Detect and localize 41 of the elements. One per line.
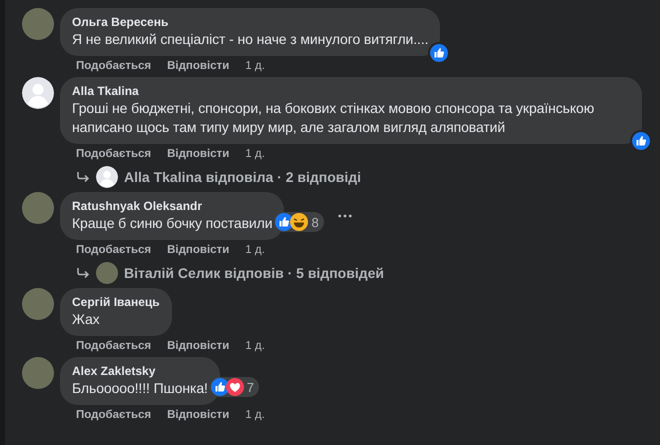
comment-text: Я не великий спеціаліст - но наче з минулого витягли.... xyxy=(72,30,428,49)
author-name[interactable]: Ratushnyak Oleksandr xyxy=(72,198,272,214)
comment-action-link[interactable]: Відповісти xyxy=(167,147,230,162)
thumbs-up-icon[interactable] xyxy=(428,42,450,64)
reaction-count-badge[interactable]: 8 xyxy=(274,212,324,232)
comment-time[interactable]: 1 д. xyxy=(245,339,265,354)
comment-action-link[interactable]: Відповісти xyxy=(167,59,230,74)
comment-text: Гроші не бюджетні, спонсори, на бокових стінках мовою спонсора та українською написано щось там типу миру мир, але загалом вигляд аляповатий xyxy=(72,99,596,137)
comment-time[interactable]: 1 д. xyxy=(245,147,265,162)
thumbs-up-icon[interactable] xyxy=(630,130,652,152)
comment-action-link[interactable]: Подобається xyxy=(76,147,152,162)
comment-time[interactable]: 1 д. xyxy=(245,243,265,258)
avatar-photo-placeholder[interactable] xyxy=(22,192,54,224)
comment-action-link[interactable]: Подобається xyxy=(76,243,152,258)
author-name[interactable]: Сергій Іванець xyxy=(72,294,160,310)
comment-action-link[interactable]: Відповісти xyxy=(167,339,230,354)
avatar-silhouette-icon[interactable] xyxy=(22,77,54,109)
comment-action-link[interactable]: Подобається xyxy=(76,339,152,354)
author-name[interactable]: Ольга Вересень xyxy=(72,14,428,30)
comment-text: Бльоoooo!!!! Пшонка! xyxy=(72,379,208,398)
avatar-photo-placeholder[interactable] xyxy=(22,288,54,320)
comment-text: Жах xyxy=(72,310,101,329)
view-replies-link[interactable]: Alla Tkalina відповіла · 2 відповіді xyxy=(124,169,362,185)
view-replies-link[interactable]: Віталій Селик відповів · 5 відповідей xyxy=(124,265,384,281)
comment-time[interactable]: 1 д. xyxy=(245,59,265,74)
author-name[interactable]: Alex Zakletsky xyxy=(72,363,208,379)
comment-action-link[interactable]: Відповісти xyxy=(167,408,230,423)
reaction-count: 8 xyxy=(311,214,319,230)
author-name[interactable]: Alla Tkalina xyxy=(72,83,630,99)
reply-arrow-icon xyxy=(76,171,90,183)
comment-text: Краще б синю бочку поставили xyxy=(72,214,272,233)
reply-arrow-icon xyxy=(76,267,90,279)
reaction-count: 7 xyxy=(246,380,254,394)
comment-action-link[interactable]: Подобається xyxy=(76,408,152,423)
more-options-icon[interactable] xyxy=(338,214,352,218)
comment-action-link[interactable]: Подобається xyxy=(76,59,152,74)
reaction-count-badge[interactable]: 7 xyxy=(210,377,260,397)
avatar-photo-placeholder[interactable] xyxy=(22,357,54,389)
comment-time[interactable]: 1 д. xyxy=(245,408,265,423)
avatar-photo-placeholder[interactable] xyxy=(22,8,54,40)
comment-action-link[interactable]: Відповісти xyxy=(167,243,230,258)
